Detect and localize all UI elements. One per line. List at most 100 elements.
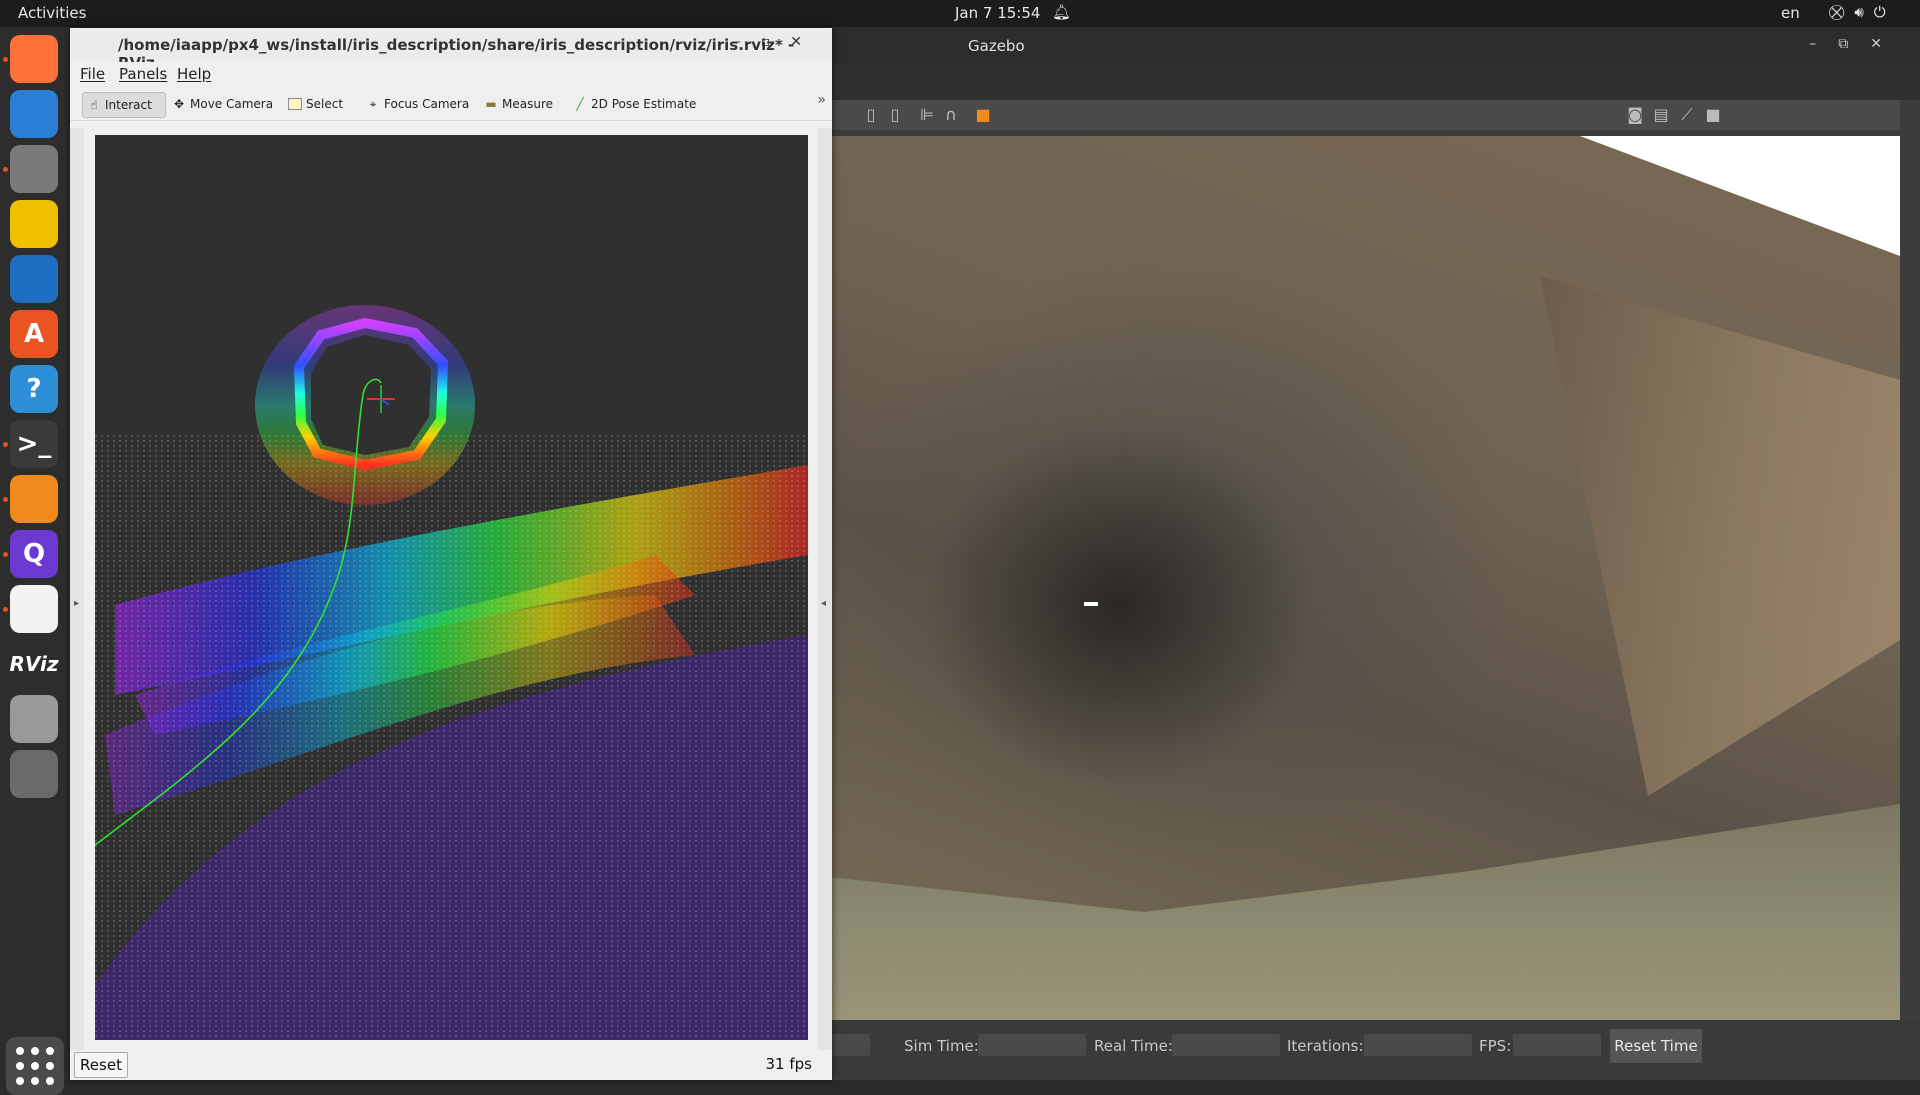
top-bar: Activities Jan 7 15:54 🔔︎ en ⛒🔊︎⏻ — [0, 0, 1920, 27]
grid-dot — [31, 1062, 39, 1070]
grid-dot — [46, 1047, 54, 1055]
power-icon: ⏻ — [1873, 3, 1896, 21]
dock-qgroundcontrol-icon[interactable]: Q — [10, 530, 58, 578]
tool-pose-estimate-label: 2D Pose Estimate — [591, 97, 697, 111]
dock-help-icon[interactable]: ? — [10, 365, 58, 413]
running-indicator — [3, 167, 8, 172]
dock-text-editor-icon[interactable] — [10, 585, 58, 633]
dock-rviz-icon[interactable]: RViz — [9, 640, 59, 688]
minimize-icon[interactable]: – — [1809, 36, 1838, 52]
iterations-label: Iterations: — [1287, 1037, 1364, 1055]
iterations-field — [1364, 1034, 1472, 1056]
grid-dot — [46, 1062, 54, 1070]
change-view-icon[interactable]: ■ — [972, 106, 994, 124]
gazebo-menubar — [820, 64, 1920, 100]
tool-move-camera[interactable]: ✥ Move Camera — [172, 92, 273, 116]
fps-readout: 31 fps — [765, 1055, 812, 1073]
dock-app-center-icon[interactable]: A — [10, 310, 58, 358]
video-record-icon[interactable]: ■ — [1702, 106, 1724, 124]
network-icon: ⛒ — [1829, 3, 1855, 21]
right-dock-splitter[interactable]: ◂ — [818, 128, 832, 1060]
hand-icon: ☝ — [90, 98, 98, 112]
dock-file-manager-2-icon[interactable] — [10, 695, 58, 743]
drone-model[interactable] — [1084, 602, 1098, 606]
gazebo-window: Gazebo –⧉✕ ▯ ▯ ⊫ ∩ ■ ◙ ▤ ⟋ ■ Sim Time: R… — [810, 28, 1920, 1080]
green-arrow-icon: ╱ — [576, 97, 584, 111]
volume-icon: 🔊︎ — [1854, 3, 1874, 21]
toolbar-overflow-icon[interactable]: » — [817, 92, 826, 108]
dock-libreoffice-writer-icon[interactable] — [10, 255, 58, 303]
grid-dot — [46, 1077, 54, 1085]
paste-icon[interactable]: ▯ — [884, 106, 906, 124]
menu-file[interactable]: File — [80, 65, 105, 83]
dock-firefox-icon[interactable] — [10, 35, 58, 83]
grid-dot — [31, 1077, 39, 1085]
grid-dot — [16, 1047, 24, 1055]
copy-icon[interactable]: ▯ — [860, 106, 882, 124]
gazebo-toolbar: ▯ ▯ ⊫ ∩ ■ ◙ ▤ ⟋ ■ — [820, 100, 1900, 130]
notification-bell-icon[interactable]: 🔔︎ — [1052, 3, 1071, 21]
log-icon[interactable]: ▤ — [1650, 106, 1672, 124]
gazebo-titlebar[interactable]: Gazebo –⧉✕ — [820, 28, 1920, 64]
tool-select-label: Select — [306, 97, 344, 111]
language-indicator[interactable]: en — [1781, 4, 1800, 22]
close-icon[interactable]: ✕ — [790, 34, 822, 50]
fps-field — [1513, 1034, 1601, 1056]
grid-dot — [16, 1062, 24, 1070]
maximize-icon[interactable]: ▫ — [761, 34, 791, 50]
dock-gazebo-icon[interactable] — [10, 475, 58, 523]
dock-files-icon[interactable] — [10, 145, 58, 193]
tool-focus-camera[interactable]: ⌖ Focus Camera — [366, 92, 470, 116]
expand-right-icon[interactable]: ◂ — [821, 598, 826, 609]
running-indicator — [3, 57, 8, 62]
clock[interactable]: Jan 7 15:54 — [955, 4, 1040, 22]
menu-panels[interactable]: Panels — [119, 65, 167, 83]
sky-region — [1580, 136, 1900, 256]
close-icon[interactable]: ✕ — [1870, 36, 1904, 52]
tool-interact[interactable]: ☝ Interact — [82, 92, 166, 118]
fps-label: FPS: — [1479, 1037, 1512, 1055]
tool-select[interactable]: Select — [288, 92, 343, 116]
dock-terminal-icon[interactable]: >_ — [10, 420, 58, 468]
sim-time-label: Sim Time: — [904, 1037, 979, 1055]
rviz-menubar: File Panels Help — [70, 62, 832, 86]
activities-button[interactable]: Activities — [18, 4, 86, 22]
running-indicator — [3, 442, 8, 447]
expand-left-icon[interactable]: ▸ — [74, 598, 79, 609]
minimize-icon[interactable]: – — [734, 34, 761, 50]
show-apps-grid-icon[interactable] — [6, 1037, 64, 1095]
cave-floor — [820, 804, 1900, 1020]
tool-2d-pose-estimate[interactable]: ╱ 2D Pose Estimate — [573, 92, 696, 116]
grid-dot — [16, 1077, 24, 1085]
dock-disc-icon[interactable] — [10, 750, 58, 798]
tool-measure[interactable]: ▬ Measure — [484, 92, 553, 116]
select-icon — [288, 98, 302, 110]
dock-thunderbird-icon[interactable] — [10, 90, 58, 138]
point-cloud-view — [95, 305, 808, 1040]
system-tray[interactable]: ⛒🔊︎⏻ — [1829, 3, 1896, 21]
maximize-icon[interactable]: ⧉ — [1838, 36, 1870, 52]
running-indicator — [3, 607, 8, 612]
gazebo-3d-viewport[interactable] — [820, 136, 1900, 1020]
align-icon[interactable]: ⊫ — [916, 106, 938, 124]
menu-help[interactable]: Help — [177, 65, 211, 83]
reset-button[interactable]: Reset — [74, 1052, 128, 1078]
crosshair-icon: ⌖ — [369, 97, 377, 111]
screenshot-icon[interactable]: ◙ — [1624, 106, 1646, 124]
dock: A? >_ Q RViz — [0, 27, 70, 1095]
dock-rhythmbox-icon[interactable] — [10, 200, 58, 248]
point-cloud-floor — [95, 435, 808, 1040]
rviz-statusbar: Reset 31 fps — [70, 1050, 832, 1080]
rviz-3d-render[interactable] — [95, 135, 808, 1040]
gazebo-title: Gazebo — [968, 37, 1025, 55]
gazebo-statusbar: Sim Time: Real Time: Iterations: FPS: Re… — [810, 1020, 1920, 1080]
rviz-window: /home/iaapp/px4_ws/install/iris_descript… — [70, 28, 832, 1080]
ruler-icon: ▬ — [485, 97, 497, 111]
rviz-titlebar[interactable]: /home/iaapp/px4_ws/install/iris_descript… — [70, 28, 832, 72]
snap-icon[interactable]: ∩ — [940, 106, 962, 124]
reset-time-button[interactable]: Reset Time — [1610, 1029, 1702, 1063]
rviz-window-controls: –▫✕ — [734, 34, 822, 50]
left-dock-splitter[interactable]: ▸ — [70, 128, 84, 1060]
plot-icon[interactable]: ⟋ — [1676, 106, 1698, 124]
cave-wall — [1540, 276, 1900, 796]
